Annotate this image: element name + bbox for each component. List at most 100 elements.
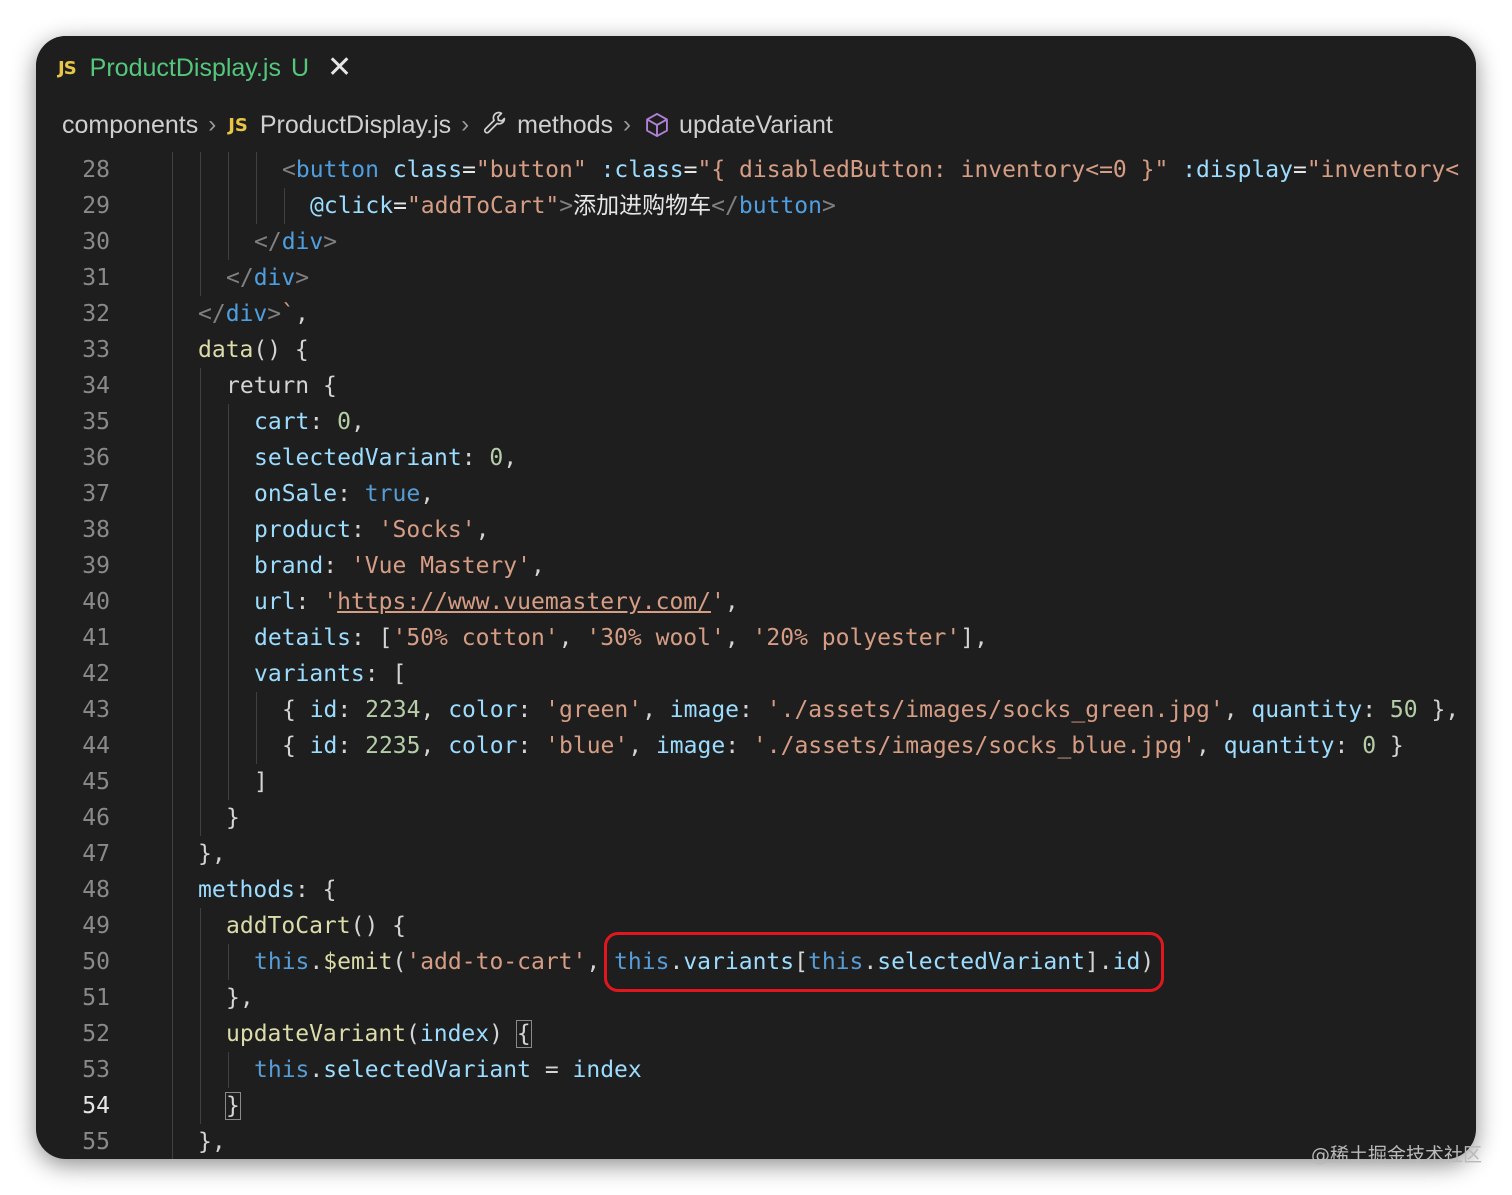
code-token: selectedVariant: [254, 445, 462, 471]
code-token: =: [683, 157, 698, 183]
code-token: :: [323, 553, 351, 579]
indent-guide: [172, 908, 173, 944]
code-token: 2234: [365, 697, 421, 723]
code-text: cart: 0,: [254, 404, 365, 440]
indent-guide: [200, 404, 201, 440]
code-line: 37 onSale: true,: [36, 476, 1476, 512]
code-token: ': [323, 589, 338, 615]
code-token: }: [1376, 733, 1404, 759]
code-token: data: [198, 337, 254, 363]
line-number: 34: [82, 373, 110, 399]
breadcrumb-item-methods[interactable]: methods: [517, 111, 613, 140]
chevron-right-icon: ›: [623, 111, 632, 138]
code-token: </: [254, 229, 282, 255]
line-number: 35: [82, 409, 110, 435]
code-line: 39 brand: 'Vue Mastery',: [36, 548, 1476, 584]
close-icon[interactable]: ✕: [327, 53, 352, 83]
tab-productdisplay[interactable]: JS ProductDisplay.js U ✕: [36, 36, 356, 100]
indent-guide: [200, 800, 201, 836]
tab-filename: ProductDisplay.js: [89, 53, 281, 82]
indent-guide: [284, 188, 285, 224]
indent-guide: [200, 512, 201, 548]
chevron-right-icon: ›: [208, 111, 217, 138]
method-cube-icon: [646, 112, 668, 138]
code-token: {: [282, 697, 310, 723]
breadcrumb-item-updatevariant[interactable]: updateVariant: [679, 111, 833, 140]
indent-guide: [200, 440, 201, 476]
code-line: 34 return {: [36, 368, 1476, 404]
code-token: ],: [960, 625, 988, 651]
indent-guide: [172, 404, 173, 440]
indent-guide: [256, 188, 257, 224]
code-token: 'Vue Mastery': [350, 553, 531, 579]
code-token: >: [267, 301, 282, 327]
code-line: 55},: [36, 1124, 1476, 1159]
code-token: this: [254, 1057, 310, 1083]
code-line: 41 details: ['50% cotton', '30% wool', '2…: [36, 620, 1476, 656]
indent-guide: [228, 656, 229, 692]
code-line: 33 data() {: [36, 332, 1476, 368]
indent-guide: [200, 476, 201, 512]
indent-guide: [228, 692, 229, 728]
indent-guide: [172, 296, 173, 332]
indent-guide: [172, 1124, 173, 1159]
indent-guide: [172, 944, 173, 980]
code-token: .: [309, 1057, 324, 1083]
code-token: `: [281, 301, 295, 327]
line-number: 50: [82, 949, 110, 975]
indent-guide: [200, 908, 201, 944]
code-token: >: [323, 229, 338, 255]
code-line: 45]: [36, 764, 1476, 800]
indent-guide: [172, 368, 173, 404]
indent-guide: [228, 440, 229, 476]
code-token: class: [392, 157, 463, 183]
git-status-badge: U: [290, 53, 310, 82]
code-token: :: [337, 697, 366, 723]
code-token: ,: [642, 697, 670, 723]
indent-guide: [256, 728, 257, 764]
indent-guide: [172, 584, 173, 620]
code-line: 40 url: 'https://www.vuemastery.com/',: [36, 584, 1476, 620]
indent-guide: [200, 584, 201, 620]
indent-guide: [228, 584, 229, 620]
code-token: "button": [475, 157, 587, 183]
code-line: 47},: [36, 836, 1476, 872]
indent-guide: [200, 980, 201, 1016]
line-number: 51: [82, 985, 110, 1011]
editor-window: JS ProductDisplay.js U ✕ components › JS…: [36, 36, 1476, 1159]
code-token: }: [225, 1092, 241, 1120]
code-token: :class: [600, 157, 684, 183]
code-editor[interactable]: 28 <button class="button" :class="{ disab…: [36, 152, 1476, 1159]
code-token: ,: [628, 733, 656, 759]
code-token: details: [254, 625, 351, 651]
breadcrumb-item-file[interactable]: ProductDisplay.js: [260, 111, 451, 140]
code-text: variants: [: [254, 656, 406, 692]
indent-guide: [172, 656, 173, 692]
code-token: url: [254, 589, 296, 615]
code-token: this: [254, 949, 310, 975]
indent-guide: [228, 548, 229, 584]
code-text: selectedVariant: 0,: [254, 440, 517, 476]
indent-guide: [256, 692, 257, 728]
code-text: }: [226, 800, 240, 836]
watermark: @稀土掘金技术社区: [1310, 1144, 1482, 1166]
code-token: ,: [724, 625, 753, 651]
code-token: index: [572, 1057, 642, 1083]
code-line: 44 { id: 2235, color: 'blue', image: './a…: [36, 728, 1476, 764]
code-token: image: [669, 697, 740, 723]
code-token: () {: [350, 913, 407, 939]
code-text: methods: {: [198, 872, 336, 908]
indent-guide: [200, 620, 201, 656]
code-token: product: [254, 517, 351, 543]
code-token: .: [309, 949, 324, 975]
code-token: >: [295, 265, 310, 291]
breadcrumb-item-components[interactable]: components: [62, 111, 198, 140]
code-token: 'add-to-cart': [406, 949, 587, 975]
code-token: () {: [253, 337, 309, 363]
code-token: 50: [1389, 697, 1418, 723]
code-token: button: [738, 193, 822, 219]
code-token: (: [406, 1021, 420, 1047]
code-token: image: [655, 733, 726, 759]
code-token: '20% polyester': [752, 625, 961, 651]
